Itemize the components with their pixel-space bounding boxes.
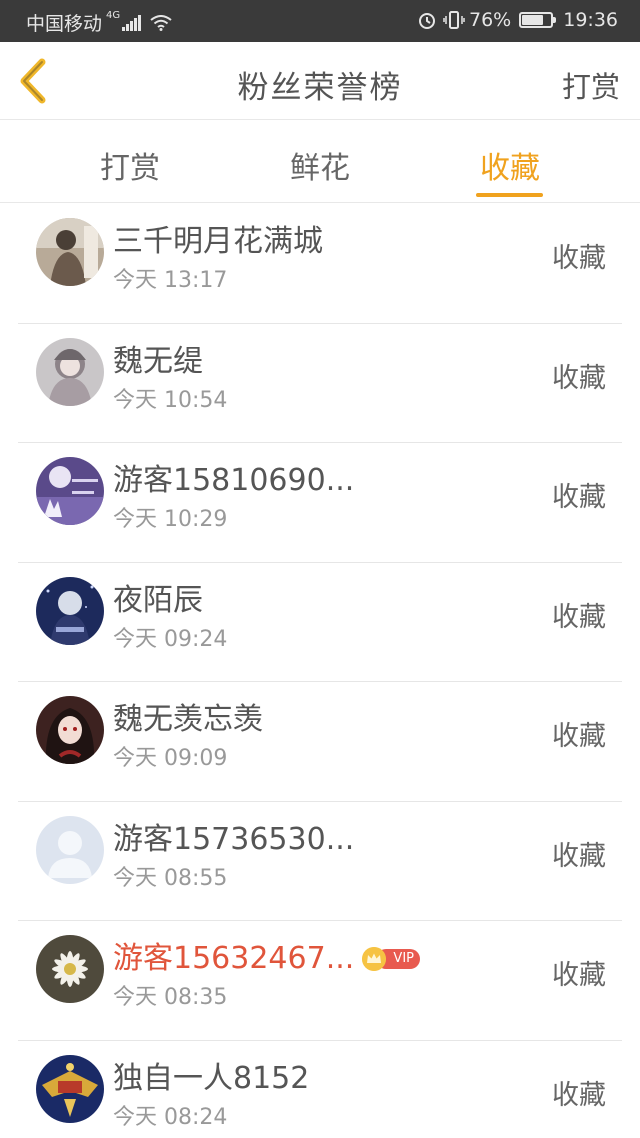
action-label: 收藏: [552, 840, 606, 872]
user-name: 魏无缇: [113, 343, 203, 379]
list-item[interactable]: 魏无缇 今天 10:54 收藏: [18, 324, 622, 443]
action-time: 今天 10:54: [113, 387, 228, 413]
tab-flowers[interactable]: 鲜花: [260, 143, 380, 187]
user-name: 游客15632467...: [113, 941, 355, 976]
action-label: 收藏: [552, 721, 606, 752]
status-right: 76% 19:36: [417, 9, 618, 31]
nav-header: 粉丝荣誉榜 打赏: [0, 42, 640, 120]
user-name: 魏无羡忘羡: [113, 702, 263, 737]
page-title: 粉丝荣誉榜: [237, 70, 403, 106]
vip-badge: VIP: [362, 947, 420, 971]
vibrate-icon: [443, 11, 465, 29]
action-time: 今天 13:17: [113, 268, 228, 293]
network-type: 4G: [106, 10, 121, 21]
avatar[interactable]: [36, 337, 104, 406]
user-name: 独自一人8152: [113, 1060, 310, 1096]
fan-list: 三千明月花满城 今天 13:17 收藏 魏无缇 今天 10:54 收藏 游客15…: [0, 204, 640, 1138]
list-item[interactable]: 游客15736530... 今天 08:55 收藏: [18, 802, 622, 921]
action-time: 今天 08:35: [113, 985, 228, 1010]
list-item[interactable]: 魏无羡忘羡 今天 09:09 收藏: [18, 682, 622, 802]
list-item[interactable]: 游客15632467... VIP 今天 08:35 收藏: [18, 921, 622, 1041]
user-name: 游客15736530...: [113, 821, 355, 857]
list-item[interactable]: 独自一人8152 今天 08:24 收藏: [18, 1041, 622, 1138]
avatar[interactable]: [36, 696, 104, 764]
default-user-icon: [36, 815, 104, 884]
avatar[interactable]: [36, 457, 104, 525]
action-time: 今天 10:29: [113, 507, 228, 532]
avatar[interactable]: [36, 815, 104, 884]
action-time: 今天 09:24: [113, 626, 228, 652]
user-name: 三千明月花满城: [113, 224, 323, 259]
active-tab-indicator: [476, 193, 543, 197]
action-time: 今天 09:09: [113, 746, 228, 771]
action-label: 收藏: [552, 482, 606, 513]
action-label: 收藏: [552, 243, 606, 274]
carrier-label: 中国移动: [26, 13, 103, 35]
reward-button[interactable]: 打赏: [562, 64, 620, 106]
clock: 19:36: [563, 9, 618, 31]
crown-icon: [362, 947, 386, 971]
action-label: 收藏: [552, 1079, 606, 1111]
avatar[interactable]: [36, 1054, 104, 1123]
wifi-icon: [150, 14, 172, 31]
avatar[interactable]: [36, 935, 104, 1003]
status-bar: 中国移动 4G 76% 19:36: [0, 0, 640, 42]
tab-favorites[interactable]: 收藏: [450, 143, 570, 187]
action-time: 今天 08:24: [113, 1104, 228, 1130]
action-time: 今天 08:55: [113, 865, 228, 891]
list-item[interactable]: 夜陌辰 今天 09:24 收藏: [18, 563, 622, 682]
alarm-icon: [419, 13, 435, 29]
user-name: 夜陌辰: [113, 582, 203, 618]
tab-reward[interactable]: 打赏: [70, 143, 190, 187]
tab-bar: 打赏 鲜花 收藏: [0, 121, 640, 203]
avatar[interactable]: [36, 218, 104, 286]
battery-percent: 76%: [469, 9, 512, 31]
action-label: 收藏: [552, 960, 606, 991]
action-label: 收藏: [552, 601, 606, 633]
list-item[interactable]: 三千明月花满城 今天 13:17 收藏: [18, 204, 622, 324]
list-item[interactable]: 游客15810690... 今天 10:29 收藏: [18, 443, 622, 563]
user-name: 游客15810690...: [113, 463, 355, 498]
avatar[interactable]: [36, 576, 104, 645]
action-label: 收藏: [552, 362, 606, 394]
battery-icon: [519, 12, 557, 28]
status-left: 中国移动 4G: [26, 9, 172, 36]
signal-icon: [122, 14, 142, 31]
